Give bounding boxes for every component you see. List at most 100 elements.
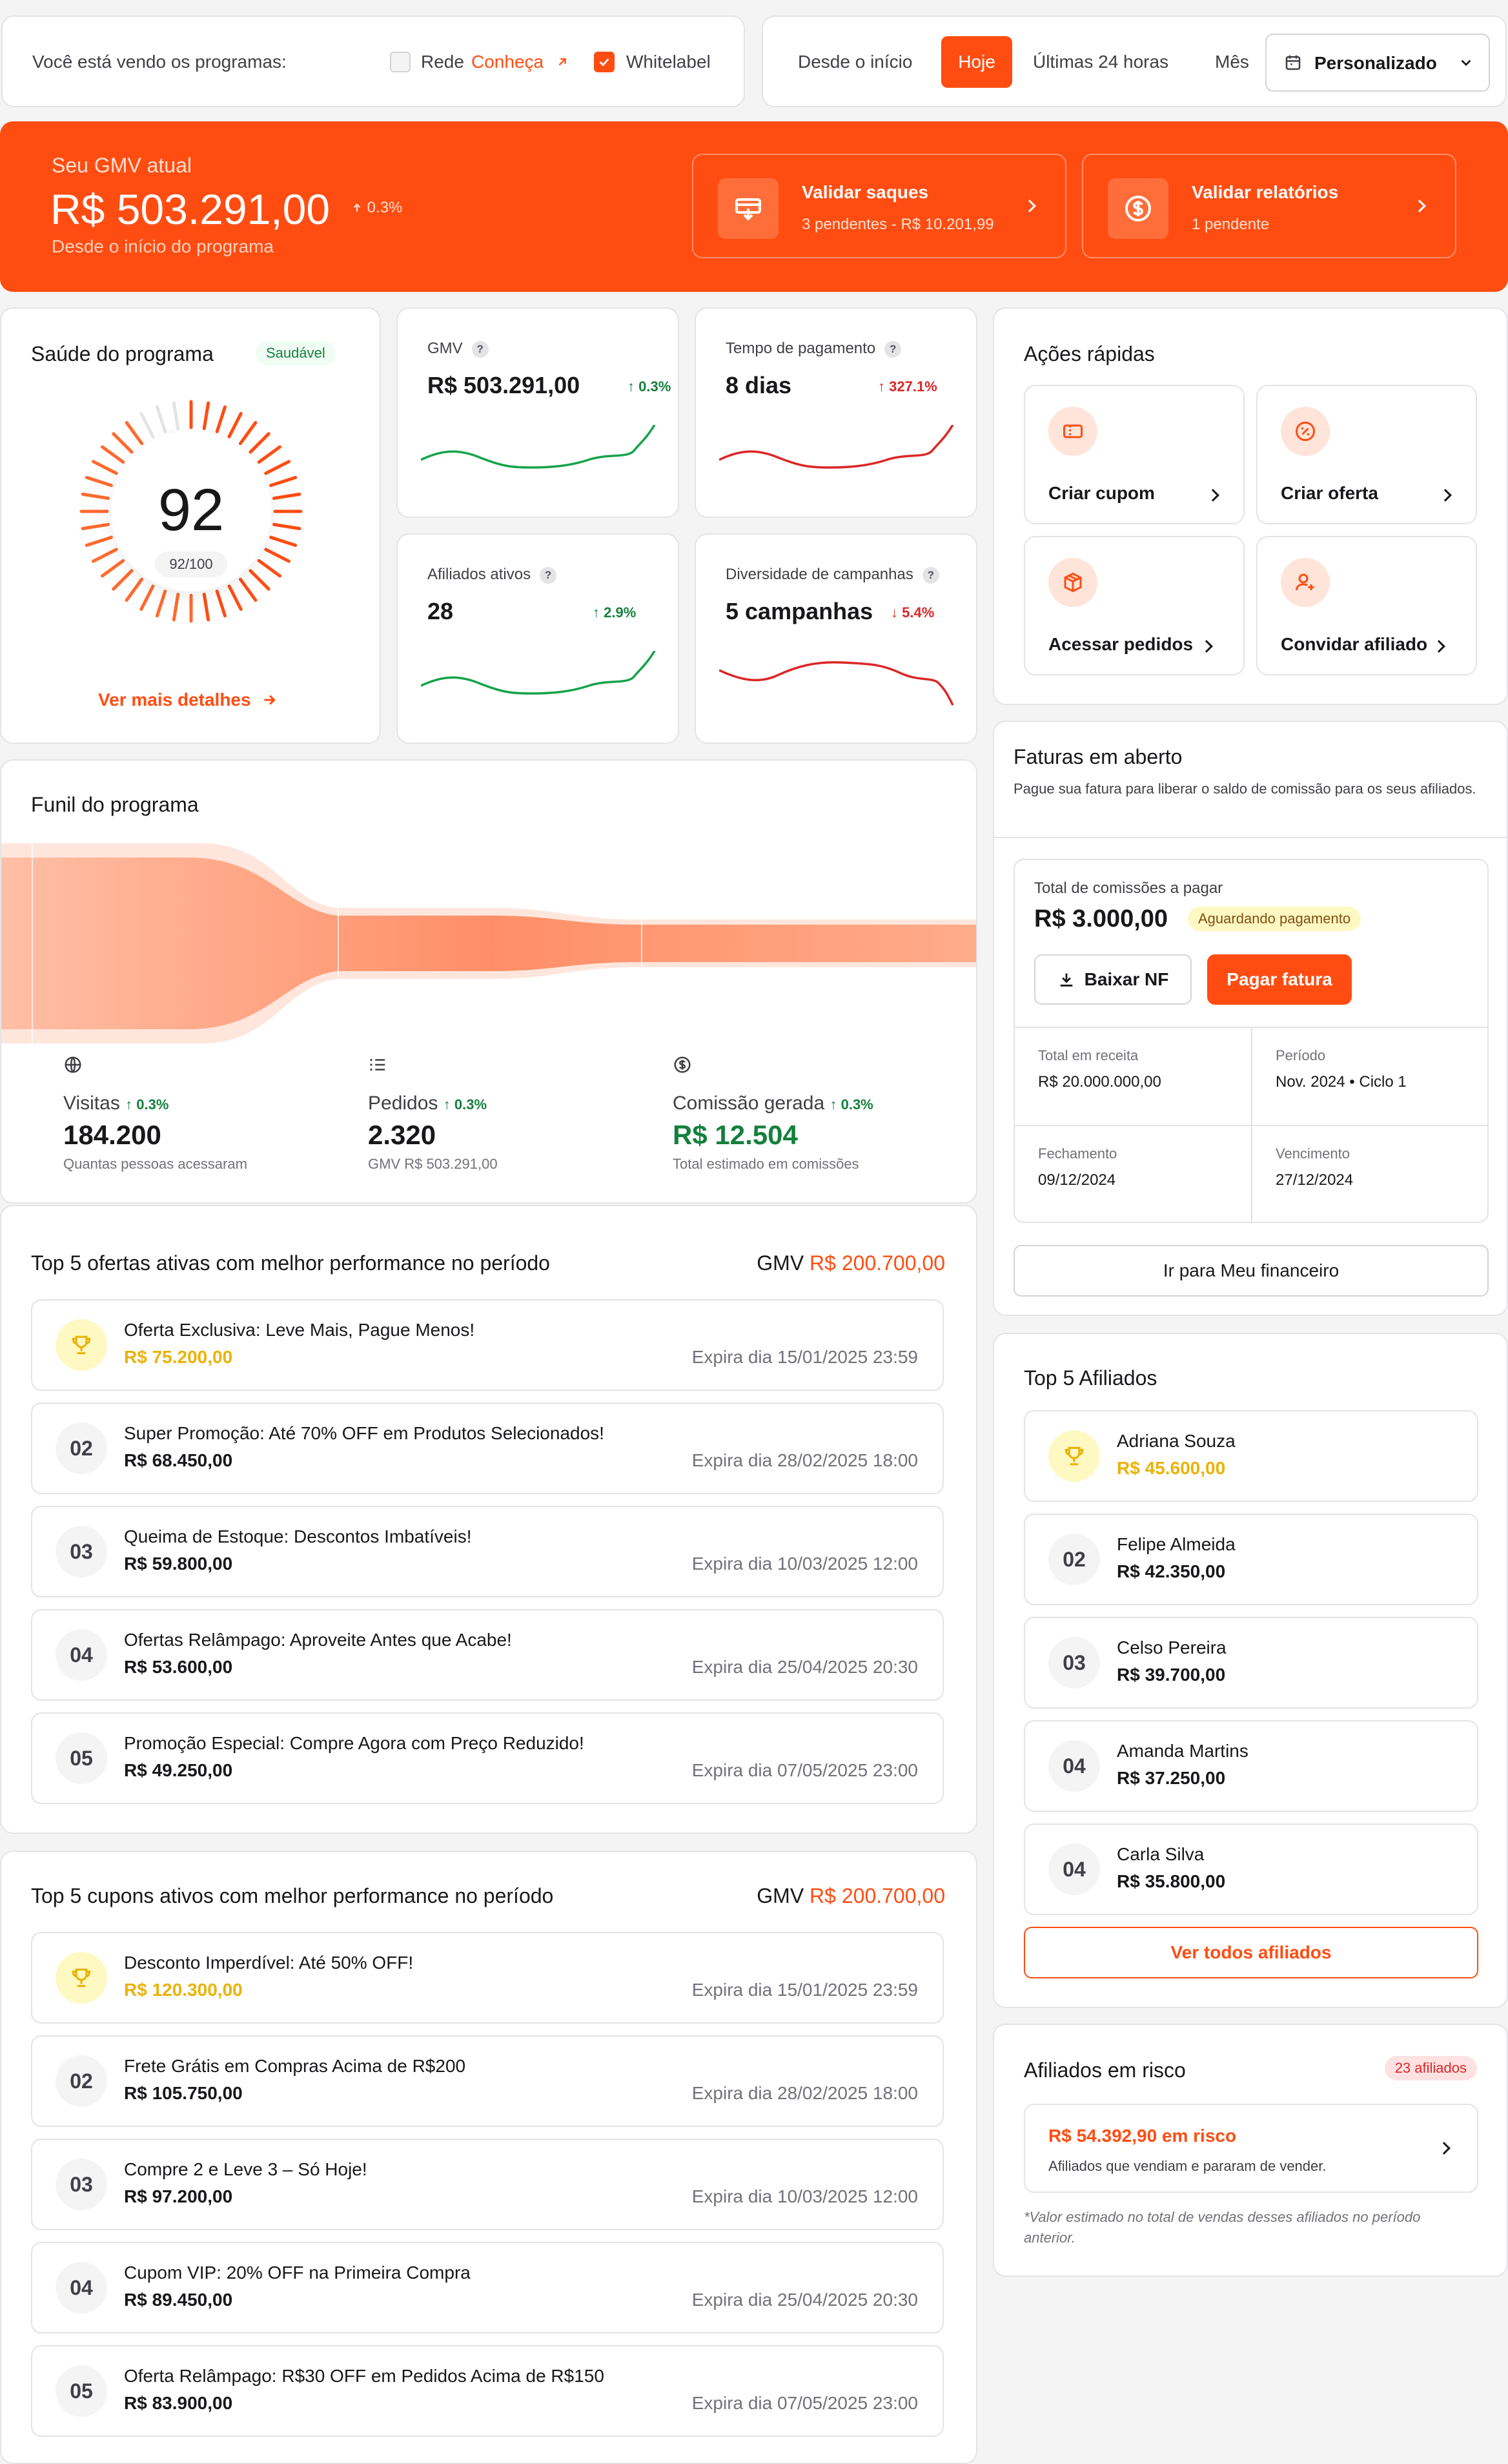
rank-badge [56,1952,107,2004]
rank-label: 04 [70,2275,93,2299]
row-expires: Expira dia 25/04/2025 20:30 [691,2290,918,2310]
gauge-tick [139,412,155,438]
ranking-row[interactable]: 05 Promoção Especial: Compre Agora com Pr… [31,1712,944,1804]
gauge-tick [112,432,134,454]
invite-affiliate-button[interactable]: Convidar afiliado [1256,536,1477,675]
view-all-affiliates-button[interactable]: Ver todos afiliados [1024,1927,1478,1978]
rede-label[interactable]: Rede [421,52,464,72]
dollar-icon [1108,178,1168,239]
box-icon [1048,558,1097,607]
ranking-row[interactable]: Oferta Exclusiva: Leve Mais, Pague Menos… [31,1299,944,1391]
download-nf-button[interactable]: Baixar NF [1034,954,1192,1005]
whitelabel-checkbox[interactable] [594,52,615,72]
gauge-tick [101,559,125,578]
gauge-tick [172,592,180,622]
ranking-row[interactable]: Desconto Imperdível: Até 50% OFF! R$ 120.… [31,1932,944,2024]
ranking-row[interactable]: 02 Frete Grátis em Compras Acima de R$200… [31,2035,944,2127]
metric-sparkline [719,661,954,706]
ranking-row[interactable]: 05 Oferta Relâmpago: R$30 OFF em Pedidos … [31,2345,944,2437]
validate-reports-card[interactable]: Validar relatórios 1 pendente [1082,154,1456,258]
list-icon [370,1058,385,1071]
create-coupon-button[interactable]: Criar cupom [1024,385,1245,524]
gauge-tick [81,522,110,531]
metric-value: 28 [427,598,454,624]
risk-sub: Afiliados que vendiam e pararam de vende… [1048,2158,1327,2174]
affiliate-name: Felipe Almeida [1117,1534,1236,1554]
help-icon[interactable]: ? [922,566,939,584]
rank-badge: 03 [56,1526,107,1577]
create-offer-button[interactable]: Criar oferta [1256,385,1477,524]
ranking-row[interactable]: 04 Cupom VIP: 20% OFF na Primeira Compra R… [31,2242,944,2334]
row-value: R$ 75.200,00 [124,1347,233,1367]
rede-conheca-link[interactable]: Conheça [471,52,569,72]
gauge-tick [202,592,210,622]
metric-value: 8 dias [726,372,792,398]
rank-badge: 04 [1048,1843,1100,1895]
rank-badge [1048,1430,1100,1482]
row-title: Super Promoção: Até 70% OFF em Produtos … [124,1423,604,1443]
pay-invoice-button[interactable]: Pagar fatura [1207,954,1352,1005]
gauge-tick [269,535,298,547]
validate-reports-title: Validar relatórios [1192,182,1339,202]
affiliate-row[interactable]: 03 Celso Pereira R$ 39.700,00 [1024,1617,1478,1709]
go-to-financial-button[interactable]: Ir para Meu financeiro [1014,1245,1489,1297]
affiliate-row[interactable]: 04 Amanda Martins R$ 37.250,00 [1024,1720,1478,1812]
metric-value: R$ 503.291,00 [427,372,580,398]
rede-checkbox[interactable] [390,52,411,72]
period-month[interactable]: Mês [1215,52,1250,72]
affiliate-row[interactable]: Adriana Souza R$ 45.600,00 [1024,1410,1478,1502]
invoice-field: Total em receita R$ 20.000.000,00 [1038,1047,1161,1091]
row-title: Oferta Exclusiva: Leve Mais, Pague Menos… [124,1320,475,1340]
risk-note: *Valor estimado no total de vendas desse… [1024,2209,1421,2246]
row-value: R$ 120.300,00 [124,1980,243,2000]
rank-badge: 03 [56,2159,107,2210]
globe-icon [65,1056,81,1073]
gauge-tick [85,535,113,547]
metric-change: ↑ 327.1% [878,378,937,395]
metric-sparkline [421,651,656,695]
rank-label: 03 [70,2172,93,2196]
chevron-right-icon [1438,2142,1451,2155]
row-title: Ofertas Relâmpago: Aproveite Antes que A… [124,1630,512,1650]
rank-label: 04 [70,1643,93,1667]
rank-badge: 04 [56,1629,107,1681]
top-offers-card: Top 5 ofertas ativas com melhor performa… [0,1205,977,1834]
access-orders-button[interactable]: Acessar pedidos [1024,536,1245,675]
help-icon[interactable]: ? [471,340,489,358]
external-link-icon [558,58,566,66]
ranking-row[interactable]: 02 Super Promoção: Até 70% OFF em Produto… [31,1402,944,1494]
ranking-row[interactable]: 04 Ofertas Relâmpago: Aproveite Antes que… [31,1609,944,1701]
custom-period-dropdown[interactable]: Personalizado [1265,34,1490,92]
row-value: R$ 45.600,00 [1117,1458,1226,1478]
metric-card-gmv[interactable]: GMV? R$ 503.291,00 ↑ 0.3% [396,307,679,518]
health-details-link[interactable]: Ver mais detalhes [98,690,278,710]
commissions-box: Total de comissões a pagar R$ 3.000,00 A… [1014,859,1489,1223]
period-last-24h[interactable]: Últimas 24 horas [1033,52,1168,72]
ranking-row[interactable]: 03 Compre 2 e Leve 3 – Só Hoje! R$ 97.200,… [31,2139,944,2230]
validate-withdrawals-card[interactable]: Validar saques 3 pendentes - R$ 10.201,9… [692,154,1066,258]
funnel-stage-sub: Quantas pessoas acessaram [63,1156,247,1172]
rank-label: 04 [1063,1857,1086,1881]
row-title: Cupom VIP: 20% OFF na Primeira Compra [124,2263,471,2283]
help-icon[interactable]: ? [884,340,902,358]
period-since-start[interactable]: Desde o início [798,52,912,72]
metric-sparkline [719,425,954,469]
help-icon[interactable]: ? [540,566,557,584]
withdraw-icon [718,178,779,239]
period-today-button[interactable]: Hoje [941,36,1012,88]
ranking-row[interactable]: 03 Queima de Estoque: Descontos Imbatívei… [31,1506,944,1597]
row-expires: Expira dia 28/02/2025 18:00 [691,1450,918,1470]
whitelabel-label[interactable]: Whitelabel [626,52,711,72]
metric-card-active-affiliates[interactable]: Afiliados ativos? 28 ↑ 2.9% [396,533,679,744]
gauge-tick [202,401,210,431]
affiliate-row[interactable]: 04 Carla Silva R$ 35.800,00 [1024,1823,1478,1915]
health-score: 92 [158,477,225,543]
row-value: R$ 53.600,00 [124,1657,233,1677]
metric-card-payment-time[interactable]: Tempo de pagamento? 8 dias ↑ 327.1% [695,307,977,518]
affiliate-row[interactable]: 02 Felipe Almeida R$ 42.350,00 [1024,1514,1478,1605]
risk-detail-row[interactable]: R$ 54.392,90 em risco Afiliados que vend… [1024,2104,1478,2193]
metric-card-campaign-diversity[interactable]: Diversidade de campanhas? 5 campanhas ↓ … [695,533,977,744]
gauge-tick [92,548,118,563]
quick-actions-card: Ações rápidas Criar cupom Criar oferta A… [993,307,1508,705]
metric-change: ↓ 5.4% [891,604,935,621]
